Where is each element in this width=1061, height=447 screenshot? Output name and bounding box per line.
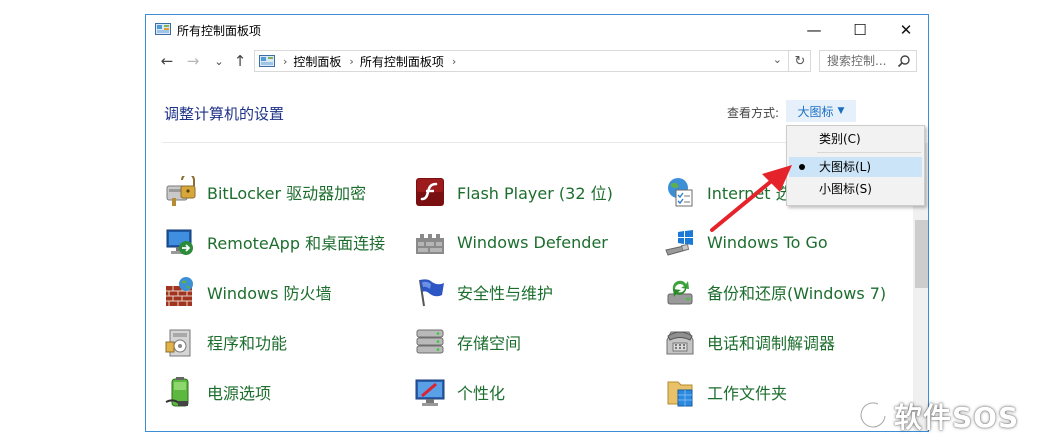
view-by-value: 大图标	[797, 104, 834, 119]
personalization-icon	[415, 379, 445, 406]
window-title: 所有控制面板项	[177, 24, 262, 38]
bitlocker-icon	[166, 176, 196, 206]
firewall-icon	[166, 277, 193, 306]
flash-icon	[416, 178, 444, 206]
breadcrumb-control-panel[interactable]: 控制面板	[293, 53, 341, 70]
search-input[interactable]: 搜索控制...	[819, 50, 917, 72]
maximize-button[interactable]: ☐	[837, 15, 883, 45]
annotation-arrow-icon	[710, 165, 792, 232]
menu-item-label: 类别(C)	[819, 132, 861, 146]
item-label: 安全性与维护	[457, 284, 554, 303]
search-placeholder: 搜索控制...	[827, 54, 887, 68]
remoteapp-icon	[166, 229, 193, 255]
menu-separator	[817, 152, 921, 153]
view-by-dropdown[interactable]: 大图标 ▼	[786, 100, 856, 122]
programs-icon	[165, 329, 191, 357]
item-label: 电话和调制解调器	[707, 334, 836, 353]
storage-icon	[416, 329, 444, 354]
work-folders-icon	[667, 381, 693, 407]
list-item-security-maintenance[interactable]: 安全性与维护	[414, 276, 553, 308]
watermark-logo-icon	[859, 401, 887, 429]
control-panel-small-icon	[259, 54, 275, 67]
list-item-bitlocker[interactable]: BitLocker 驱动器加密	[164, 176, 366, 208]
item-label: Flash Player (32 位)	[457, 184, 613, 203]
breadcrumb-separator: ›	[349, 54, 354, 68]
list-item-windows-firewall[interactable]: Windows 防火墙	[164, 276, 332, 308]
view-by-label: 查看方式:	[727, 106, 780, 120]
control-panel-window: 所有控制面板项 — ☐ ✕ ← → ⌄ ↑ › 控制面板 › 所有控制面板项 ›…	[145, 14, 929, 432]
list-item-power-options[interactable]: 电源选项	[164, 376, 271, 408]
view-by-menu: 类别(C) 大图标(L) 小图标(S)	[786, 125, 925, 206]
recent-locations-button[interactable]: ⌄	[210, 52, 228, 70]
backup-icon	[667, 280, 693, 305]
search-icon[interactable]	[897, 54, 911, 68]
list-item-phone-modem[interactable]: 电话和调制解调器	[664, 326, 835, 358]
item-label: 工作文件夹	[707, 384, 788, 403]
item-label: BitLocker 驱动器加密	[207, 184, 367, 203]
phone-icon	[666, 331, 694, 355]
forward-button[interactable]: →	[184, 52, 202, 70]
item-label: 程序和功能	[207, 334, 288, 353]
up-button[interactable]: ↑	[231, 52, 249, 70]
security-flag-icon	[419, 279, 444, 307]
list-item-storage-spaces[interactable]: 存储空间	[414, 326, 521, 358]
item-label: RemoteApp 和桌面连接	[207, 234, 386, 253]
item-label: Windows Defender	[457, 232, 608, 252]
list-item-windows-defender[interactable]: Windows Defender	[414, 226, 608, 258]
address-dropdown-icon[interactable]: ⌄	[773, 53, 782, 66]
menu-item-large-icons[interactable]: 大图标(L)	[789, 157, 922, 177]
refresh-button[interactable]: ↻	[788, 50, 811, 72]
item-label: 个性化	[457, 384, 506, 403]
item-label: 电源选项	[207, 384, 272, 403]
item-label: 存储空间	[457, 334, 522, 353]
list-item-personalization[interactable]: 个性化	[414, 376, 505, 408]
list-item-backup-restore[interactable]: 备份和还原(Windows 7)	[664, 276, 886, 308]
address-bar[interactable]: › 控制面板 › 所有控制面板项 › ⌄	[254, 50, 811, 72]
breadcrumb-all-items[interactable]: 所有控制面板项	[360, 53, 444, 70]
power-icon	[165, 377, 189, 407]
page-title: 调整计算机的设置	[164, 105, 285, 123]
minimize-button[interactable]: —	[791, 15, 837, 45]
menu-item-label: 小图标(S)	[819, 182, 872, 196]
defender-icon	[416, 234, 444, 254]
item-label: Windows 防火墙	[207, 284, 332, 303]
list-item-work-folders[interactable]: 工作文件夹	[664, 376, 787, 408]
menu-item-small-icons[interactable]: 小图标(S)	[789, 179, 922, 199]
breadcrumb-separator: ›	[283, 54, 288, 68]
menu-item-label: 大图标(L)	[819, 160, 872, 174]
menu-item-category[interactable]: 类别(C)	[789, 129, 922, 149]
title-bar[interactable]: 所有控制面板项 — ☐ ✕	[146, 15, 928, 46]
watermark: 软件SOS	[858, 394, 1019, 438]
dropdown-caret-icon: ▼	[837, 106, 845, 116]
watermark-text: 软件SOS	[894, 401, 1020, 434]
windows-to-go-icon	[665, 230, 693, 256]
internet-options-icon	[668, 178, 693, 207]
list-item-programs-features[interactable]: 程序和功能	[164, 326, 287, 358]
breadcrumb-separator: ›	[451, 54, 457, 68]
back-button[interactable]: ←	[158, 52, 176, 70]
item-label: 备份和还原(Windows 7)	[707, 284, 887, 303]
list-item-remoteapp[interactable]: RemoteApp 和桌面连接	[164, 226, 385, 258]
navigation-bar: ← → ⌄ ↑ › 控制面板 › 所有控制面板项 › ⌄ ↻ 搜索控制...	[146, 47, 928, 77]
control-panel-icon	[155, 23, 171, 35]
close-button[interactable]: ✕	[883, 15, 928, 45]
list-item-flash-player[interactable]: Flash Player (32 位)	[414, 176, 613, 208]
scrollbar-thumb[interactable]	[915, 220, 928, 288]
